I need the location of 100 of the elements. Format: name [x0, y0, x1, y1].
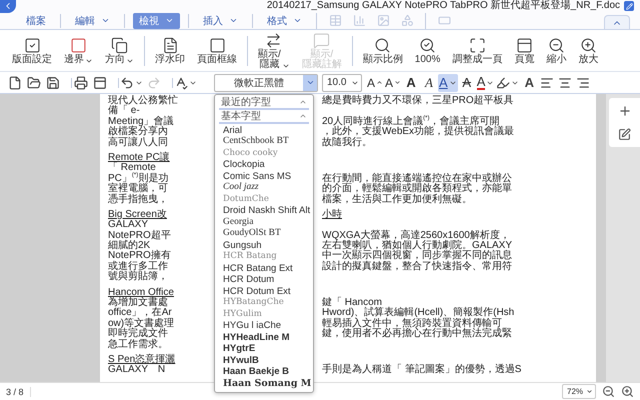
- font-option[interactable]: HCR Batang Ext: [215, 262, 313, 274]
- folder-icon: [27, 76, 41, 90]
- bold-button[interactable]: A: [402, 74, 420, 92]
- font-option[interactable]: HYwulB: [215, 354, 313, 366]
- back-button[interactable]: [0, 0, 16, 12]
- document-text: GALAXY N: [108, 365, 166, 376]
- ribbon-button[interactable]: 縮小: [540, 36, 572, 64]
- grow-font-button[interactable]: A: [366, 74, 384, 92]
- document-text: 20人同時進行線上會議$^{(*)}$，會議主席可開: [322, 116, 500, 127]
- ribbon-button[interactable]: 邊界: [58, 36, 99, 64]
- document-text: 或進行多工作: [108, 262, 169, 272]
- caret-icon: [165, 16, 174, 25]
- font-option[interactable]: Droid Naskh Shift Alt: [215, 205, 313, 216]
- strikethrough-button[interactable]: A: [458, 74, 476, 92]
- document-text: NotePRO擁有: [108, 251, 172, 262]
- document-text: Meeting」會議: [108, 116, 175, 127]
- font-option[interactable]: Haan Baekje B: [215, 366, 313, 378]
- ribbon-button[interactable]: 版面設定: [6, 36, 58, 64]
- font-option[interactable]: HYgtrE: [215, 343, 313, 354]
- zoom-out-icon: [602, 385, 615, 398]
- ribbon-button[interactable]: 浮水印: [149, 36, 191, 64]
- comment-icon: [313, 32, 330, 48]
- ribbon-button[interactable]: 方向: [99, 36, 140, 64]
- chevron-up-icon[interactable]: [299, 98, 307, 106]
- pen-square-icon: [618, 128, 631, 141]
- ribbon-button[interactable]: 調整成一頁: [446, 36, 508, 64]
- ribbon-button[interactable]: 頁寬: [508, 36, 540, 64]
- ribbon-button[interactable]: 頁面框線: [191, 36, 243, 64]
- section-header[interactable]: 基本字型: [221, 109, 261, 123]
- page-width-icon: [516, 36, 533, 54]
- document-text: 啟檔案分享內: [108, 127, 169, 138]
- font-option[interactable]: HYGulim: [215, 308, 313, 320]
- zoom-in-icon: [621, 385, 634, 398]
- undo-icon: [120, 76, 134, 90]
- pages-icon: [111, 36, 128, 54]
- caret-icon: [306, 78, 314, 87]
- font-option[interactable]: HYGu l iaChe: [215, 320, 313, 332]
- zoom-select[interactable]: 72%: [562, 384, 596, 399]
- font-option[interactable]: Cool jazz: [215, 182, 313, 194]
- shrink-font-button[interactable]: A: [384, 74, 402, 92]
- menu-tab[interactable]: 檔案: [20, 12, 52, 28]
- font-option[interactable]: HYBatangChe: [215, 297, 313, 308]
- zoom-in-icon: [580, 36, 597, 54]
- font-option[interactable]: Gungsuh: [215, 240, 313, 251]
- zoom-out-button[interactable]: [602, 385, 615, 398]
- menu-tab[interactable]: 插入: [197, 12, 244, 28]
- section-header[interactable]: 最近的字型: [221, 95, 271, 109]
- document-text: 號與剪貼簿，: [108, 272, 169, 283]
- ribbon-button[interactable]: 顯示比例: [356, 36, 409, 64]
- add-button[interactable]: [618, 104, 632, 118]
- align-icon: [558, 76, 572, 90]
- print-button[interactable]: [72, 74, 90, 92]
- align-icon: [540, 76, 554, 90]
- font-option[interactable]: GoudyOlSt BT: [215, 228, 313, 240]
- font-option[interactable]: Choco cooky: [215, 148, 313, 159]
- edit-icon[interactable]: [624, 1, 634, 11]
- menu-tab[interactable]: 格式: [261, 12, 308, 28]
- font-option[interactable]: CentSchbook BT: [215, 136, 313, 148]
- caret-icon: [101, 16, 110, 25]
- document-text: 故隨我行。: [322, 138, 373, 148]
- ribbon-button[interactable]: 放大: [572, 36, 604, 64]
- document-text: ，此外，支援WebEx功能，提供視訊會議最: [322, 127, 516, 138]
- document-text: 在行動間，能直接遙端遙控位在家中或辦公: [322, 174, 513, 184]
- document-text: 憑手指拖曳，: [108, 194, 169, 205]
- document-text: 高可讓八人同: [108, 138, 169, 148]
- font-option[interactable]: Haan Somang M: [215, 378, 313, 389]
- zoom-out-icon: [548, 36, 565, 54]
- document-text: 總是費時費力又不環保，三星PRO超平板具: [322, 96, 515, 106]
- chevron-up-icon[interactable]: [299, 112, 307, 120]
- italic-button[interactable]: A: [420, 74, 438, 92]
- menu-tab[interactable]: 編輯: [69, 12, 116, 28]
- font-color-button[interactable]: A: [476, 74, 496, 92]
- search-icon: [374, 36, 392, 54]
- document-text: 細膩的2K: [108, 241, 150, 252]
- document-text: 現代人公務繁忙: [108, 96, 179, 106]
- font-option[interactable]: HYHeadLine M: [215, 332, 313, 343]
- font-option[interactable]: DotumChe: [215, 194, 313, 205]
- font-option[interactable]: Clockopia: [215, 159, 313, 170]
- font-option[interactable]: Georgia: [215, 216, 313, 228]
- font-select[interactable]: 微軟正黑體: [214, 74, 318, 92]
- plus-icon: [618, 104, 632, 118]
- section-heading: Remote PC讓: [108, 152, 171, 163]
- caret-icon: [229, 16, 238, 25]
- highlighter-icon: [496, 76, 510, 90]
- font-size-select[interactable]: 10.0: [322, 74, 362, 92]
- document-text: NotePRO超平: [108, 230, 172, 241]
- ribbon-button[interactable]: 顯示/ 隱藏: [252, 32, 296, 70]
- section-heading: Hancom Office: [108, 288, 175, 298]
- text-effect-button[interactable]: A: [520, 74, 538, 92]
- font-option[interactable]: Comic Sans MS: [215, 170, 313, 182]
- font-option[interactable]: HCR Dotum Ext: [215, 286, 313, 297]
- magnifier-icon: [419, 36, 436, 54]
- zoom-in-button[interactable]: [621, 385, 634, 398]
- underline-button[interactable]: A: [438, 74, 458, 92]
- font-option[interactable]: HCR Dotum: [215, 274, 313, 286]
- note-button[interactable]: [618, 128, 631, 141]
- font-option[interactable]: Arial: [215, 124, 313, 136]
- font-option[interactable]: HCR Batang: [215, 251, 313, 262]
- ribbon-button[interactable]: 100%: [408, 36, 446, 64]
- document-text: 檔案，生活與工作更加便利無礙。: [322, 194, 473, 205]
